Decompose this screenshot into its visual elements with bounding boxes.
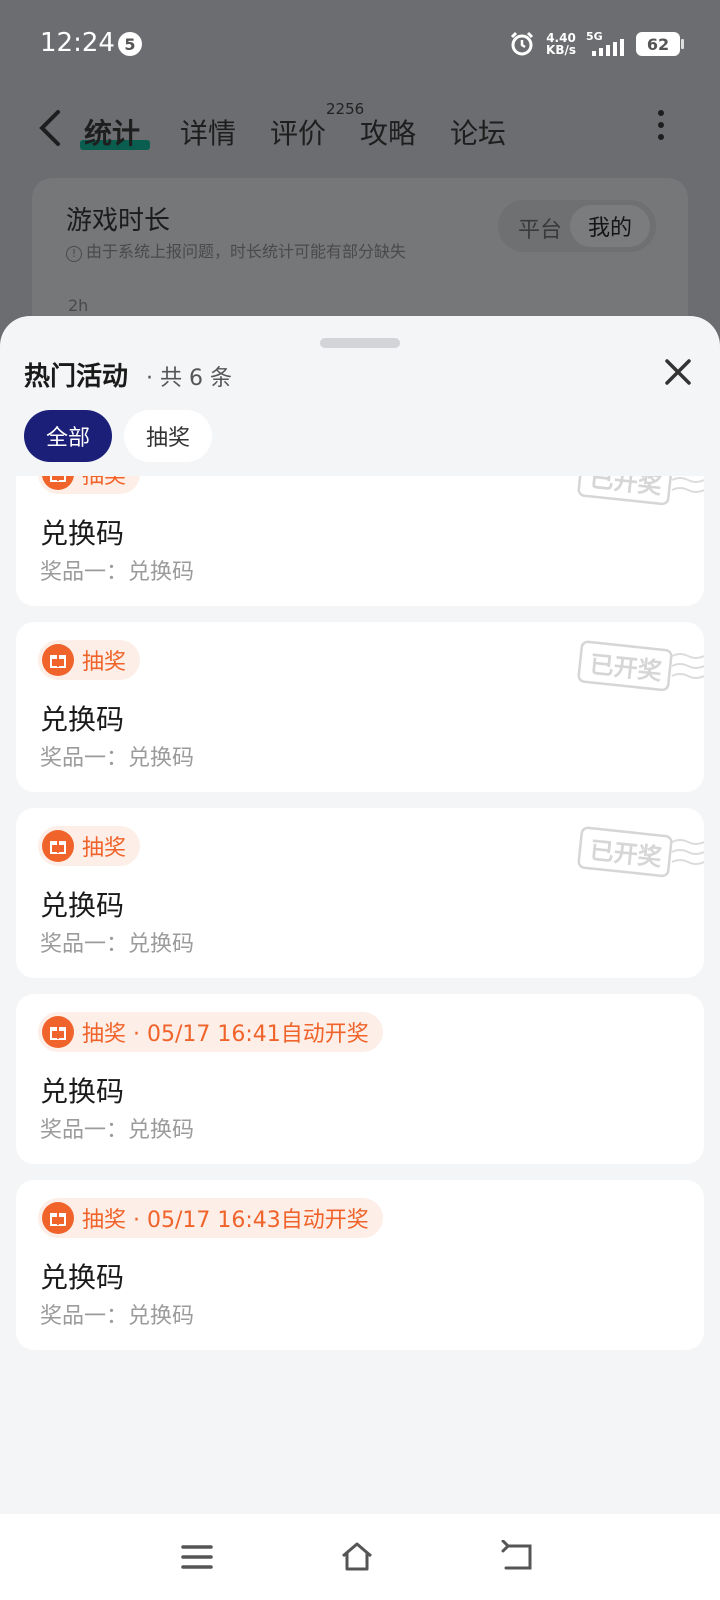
status-time: 12:24 [40,28,115,58]
info-icon: ! [66,246,82,262]
activities-sheet: 热门活动 · 共 6 条 全部 抽奖 抽奖 兑换码 奖品一：兑换码 已开奖 抽奖 [0,316,720,1600]
filter-all[interactable]: 全部 [24,410,112,462]
system-nav-bar [0,1514,720,1600]
lottery-tag: 抽奖 · 05/17 16:43自动开奖 [38,1198,383,1238]
drawn-stamp: 已开奖 [577,476,704,506]
lottery-tag: 抽奖 [38,826,141,866]
tab-forum[interactable]: 论坛 [450,112,506,152]
battery-icon: 62 [636,32,684,56]
top-nav: 统计 详情 评价 2256 攻略 论坛 [0,100,720,160]
activity-list[interactable]: 抽奖 兑换码 奖品一：兑换码 已开奖 抽奖 兑换码 奖品一：兑换码 已开奖 抽奖… [0,476,720,1506]
review-count: 2256 [326,100,365,118]
activity-card[interactable]: 抽奖 · 05/17 16:43自动开奖 兑换码 奖品一：兑换码 [16,1180,704,1350]
card-title: 兑换码 [40,517,125,550]
speed-unit: KB/s [546,43,576,57]
alarm-icon [510,31,534,56]
toggle-platform[interactable]: 平台 [518,212,562,244]
activity-card[interactable]: 抽奖 兑换码 奖品一：兑换码 已开奖 [16,476,704,606]
status-icons: 4.40 KB/s 5G 62 [508,30,684,58]
card-title: 兑换码 [40,889,125,922]
activity-card[interactable]: 抽奖 兑换码 奖品一：兑换码 已开奖 [16,622,704,792]
gift-icon [42,476,74,490]
tag-text: 抽奖 [82,476,127,489]
card-title: 兑换码 [40,1261,125,1294]
gift-icon [42,644,74,676]
gift-icon [42,830,74,862]
playtime-title: 游戏时长 [66,206,171,236]
more-icon[interactable] [658,110,664,140]
tab-details[interactable]: 详情 [180,112,236,152]
back-nav-icon[interactable] [500,1540,534,1574]
card-prize: 奖品一：兑换码 [40,746,195,771]
lottery-tag: 抽奖 · 05/17 16:41自动开奖 [38,1012,383,1052]
back-icon[interactable] [36,108,64,148]
sheet-title: 热门活动 [24,362,129,392]
close-icon[interactable] [662,356,694,388]
card-prize: 奖品一：兑换码 [40,1304,195,1329]
tab-guides[interactable]: 攻略 [360,112,416,152]
menu-icon[interactable] [180,1540,214,1574]
svg-text:已开奖: 已开奖 [589,650,665,685]
tag-text: 抽奖 · 05/17 16:41自动开奖 [82,1022,369,1047]
sheet-grabber[interactable] [320,338,400,348]
card-prize: 奖品一：兑换码 [40,1118,195,1143]
gift-icon [42,1202,74,1234]
activity-card[interactable]: 抽奖 · 05/17 16:41自动开奖 兑换码 奖品一：兑换码 [16,994,704,1164]
network-speed: 4.40 KB/s [546,32,576,56]
drawn-stamp: 已开奖 [577,640,704,692]
card-title: 兑换码 [40,1075,125,1108]
toggle-mine[interactable]: 我的 [570,205,650,247]
drawn-stamp: 已开奖 [577,826,704,878]
playtime-note: ! 由于系统上报问题，时长统计可能有部分缺失 [66,238,406,262]
lottery-tag: 抽奖 [38,476,141,494]
tag-text: 抽奖 [82,836,127,861]
tag-text: 抽奖 [82,650,127,675]
notification-badge: 5 [118,32,142,56]
gift-icon [42,1016,74,1048]
svg-text:已开奖: 已开奖 [589,836,665,871]
chart-axis-label: 2h [68,296,89,315]
home-icon[interactable] [340,1540,374,1574]
tab-stats[interactable]: 统计 [84,112,140,152]
activity-card[interactable]: 抽奖 兑换码 奖品一：兑换码 已开奖 [16,808,704,978]
tag-text: 抽奖 · 05/17 16:43自动开奖 [82,1208,369,1233]
playtime-note-text: 由于系统上报问题，时长统计可能有部分缺失 [86,242,407,261]
card-title: 兑换码 [40,703,125,736]
sheet-count: · 共 6 条 [146,366,232,391]
filter-lottery[interactable]: 抽奖 [124,410,212,462]
signal-icon: 5G [586,30,626,58]
lottery-tag: 抽奖 [38,640,141,680]
tab-reviews[interactable]: 评价 [270,112,326,152]
card-prize: 奖品一：兑换码 [40,932,195,957]
card-prize: 奖品一：兑换码 [40,560,195,585]
platform-toggle[interactable]: 平台 我的 [498,200,656,252]
status-bar: 12:24 5 4.40 KB/s 5G 62 [0,0,720,90]
